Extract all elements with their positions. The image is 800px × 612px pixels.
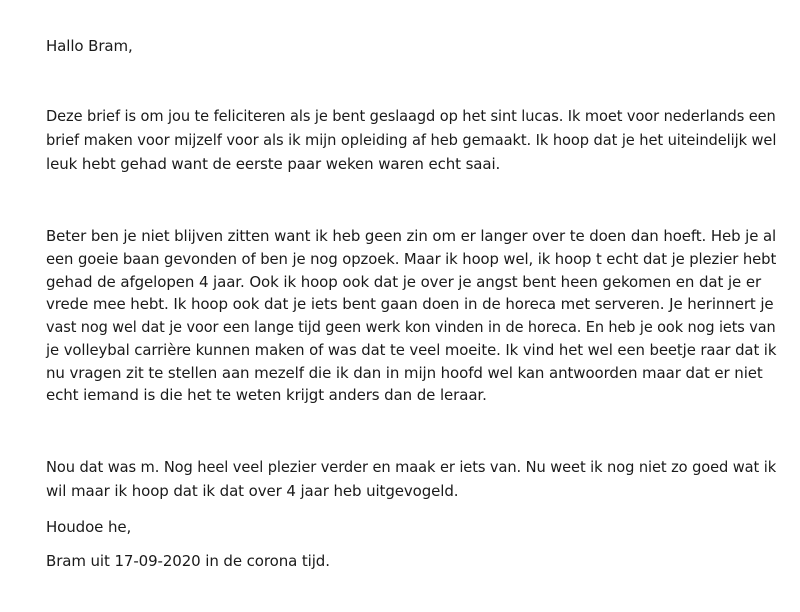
paragraph-2-line-4: vrede mee hebt. Ik hoop ook dat je iets … (46, 295, 774, 313)
paragraph-1-line-1: Deze brief is om jou te feliciteren als … (46, 107, 776, 125)
paragraph-1-line-2: brief maken voor mijzelf voor als ik mij… (46, 131, 777, 149)
paragraph-2-line-8: echt iemand is die het te weten krijgt a… (46, 386, 487, 404)
paragraph-3-line-1: Nou dat was m. Nog heel veel plezier ver… (46, 458, 777, 476)
paragraph-2-line-2: een goeie baan gevonden of ben je nog op… (46, 250, 777, 268)
paragraph-2-line-7: nu vragen zit te stellen aan mezelf die … (46, 364, 763, 382)
paragraph-2-line-5: vast nog wel dat je voor een lange tijd … (46, 318, 776, 336)
closing: Houdoe he, (46, 518, 132, 536)
signature: Bram uit 17-09-2020 in de corona tijd. (46, 552, 330, 570)
paragraph-2-line-1: Beter ben je niet blijven zitten want ik… (46, 227, 777, 245)
greeting: Hallo Bram, (46, 37, 133, 55)
paragraph-1-line-3: leuk hebt gehad want de eerste paar weke… (46, 155, 501, 173)
paragraph-3-line-2: wil maar ik hoop dat ik dat over 4 jaar … (46, 482, 459, 500)
paragraph-2-line-6: je volleybal carrière kunnen maken of wa… (46, 341, 777, 359)
paragraph-2-line-3: gehad de afgelopen 4 jaar. Ook ik hoop o… (46, 273, 762, 291)
